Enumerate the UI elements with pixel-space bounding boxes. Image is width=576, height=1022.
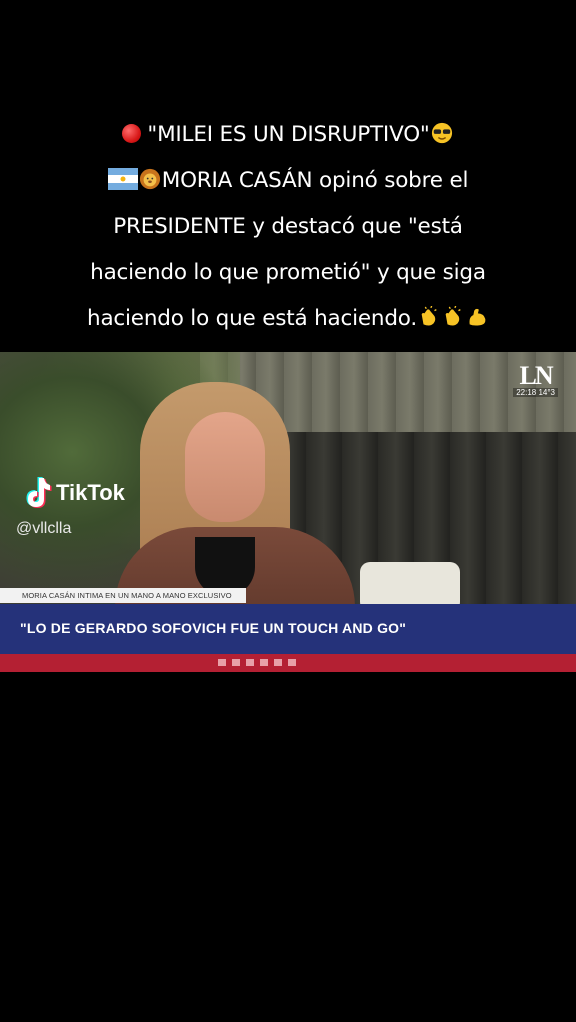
channel-clock: 22:18 14°3 bbox=[513, 388, 558, 397]
interviewee-face bbox=[185, 412, 265, 522]
ticker-icon bbox=[260, 659, 268, 666]
flexed-biceps-icon bbox=[469, 308, 486, 326]
tiktok-logo-icon bbox=[26, 477, 52, 508]
caption-line-5: haciendo lo que está haciendo. bbox=[0, 296, 576, 342]
news-ticker bbox=[0, 654, 576, 672]
lower-third-subtitle: MORIA CASÁN INTIMA EN UN MANO A MANO EXC… bbox=[0, 588, 246, 603]
clapping-hands-icon bbox=[445, 306, 461, 326]
argentina-flag-icon bbox=[107, 168, 138, 190]
lower-third-bar: "LO DE GERARDO SOFOVICH FUE UN TOUCH AND… bbox=[0, 604, 576, 654]
ticker-icon bbox=[218, 659, 226, 666]
channel-logo: LN 22:18 14°3 bbox=[513, 363, 558, 397]
clapping-hands-icon bbox=[421, 306, 437, 326]
post-caption: "MILEI ES UN DISRUPTIVO" MORIA CASÁN opi… bbox=[0, 112, 576, 342]
ticker-icon bbox=[232, 659, 240, 666]
caption-line-3: PRESIDENTE y destacó que "está bbox=[113, 214, 463, 239]
tiktok-brand-text: TikTok bbox=[56, 480, 125, 505]
tiktok-watermark: TikTok bbox=[22, 476, 125, 510]
ticker-icons bbox=[218, 659, 296, 666]
red-circle-icon bbox=[122, 124, 142, 143]
creator-handle[interactable]: @vllclla bbox=[16, 520, 71, 538]
lion-face-icon bbox=[139, 168, 160, 190]
ticker-icon bbox=[246, 659, 254, 666]
ticker-icon bbox=[288, 659, 296, 666]
caption-line-1: "MILEI ES UN DISRUPTIVO" bbox=[0, 112, 576, 158]
sunglasses-face-icon bbox=[431, 122, 452, 144]
caption-line-4: haciendo lo que prometió" y que siga bbox=[90, 260, 486, 285]
ticker-icon bbox=[274, 659, 282, 666]
caption-line-2: MORIA CASÁN opinó sobre el bbox=[0, 158, 576, 204]
lower-third-headline: "LO DE GERARDO SOFOVICH FUE UN TOUCH AND… bbox=[20, 620, 407, 636]
video-frame[interactable]: LN 22:18 14°3 TikTok @vllclla MORIA CASÁ… bbox=[0, 352, 576, 672]
